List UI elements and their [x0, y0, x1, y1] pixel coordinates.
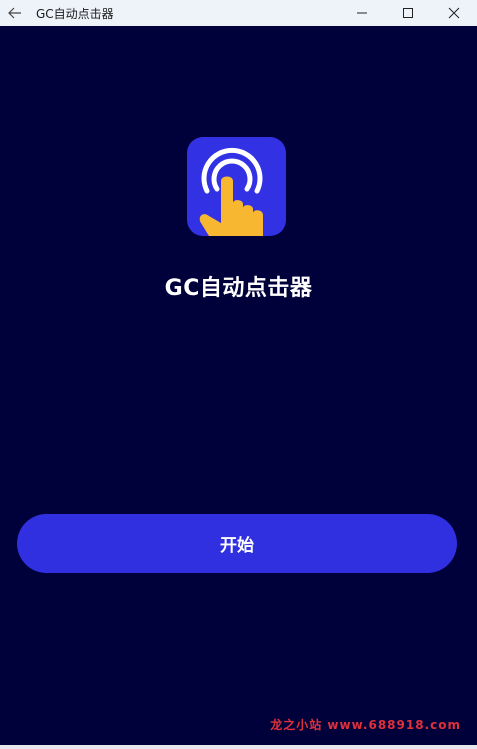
back-arrow-icon [8, 7, 21, 19]
window-title: GC自动点击器 [36, 6, 114, 21]
window-controls [339, 0, 477, 26]
app-window: GC自动点击器 GC自动点击器 开始 龙之小站 www.688918.com [0, 0, 477, 749]
app-logo [187, 137, 286, 236]
maximize-icon [403, 8, 413, 18]
maximize-button[interactable] [385, 0, 431, 26]
app-title: GC自动点击器 [164, 276, 313, 301]
main-content: GC自动点击器 开始 龙之小站 www.688918.com [0, 26, 477, 745]
minimize-button[interactable] [339, 0, 385, 26]
close-button[interactable] [431, 0, 477, 26]
tap-gesture-icon [199, 147, 263, 236]
minimize-icon [357, 12, 367, 14]
start-button-label: 开始 [220, 536, 254, 556]
title-bar: GC自动点击器 [0, 0, 477, 26]
window-bottom-border [0, 745, 477, 749]
back-button[interactable] [0, 0, 30, 26]
close-icon [448, 7, 460, 19]
start-button[interactable]: 开始 [17, 514, 457, 573]
watermark: 龙之小站 www.688918.com [270, 718, 461, 732]
